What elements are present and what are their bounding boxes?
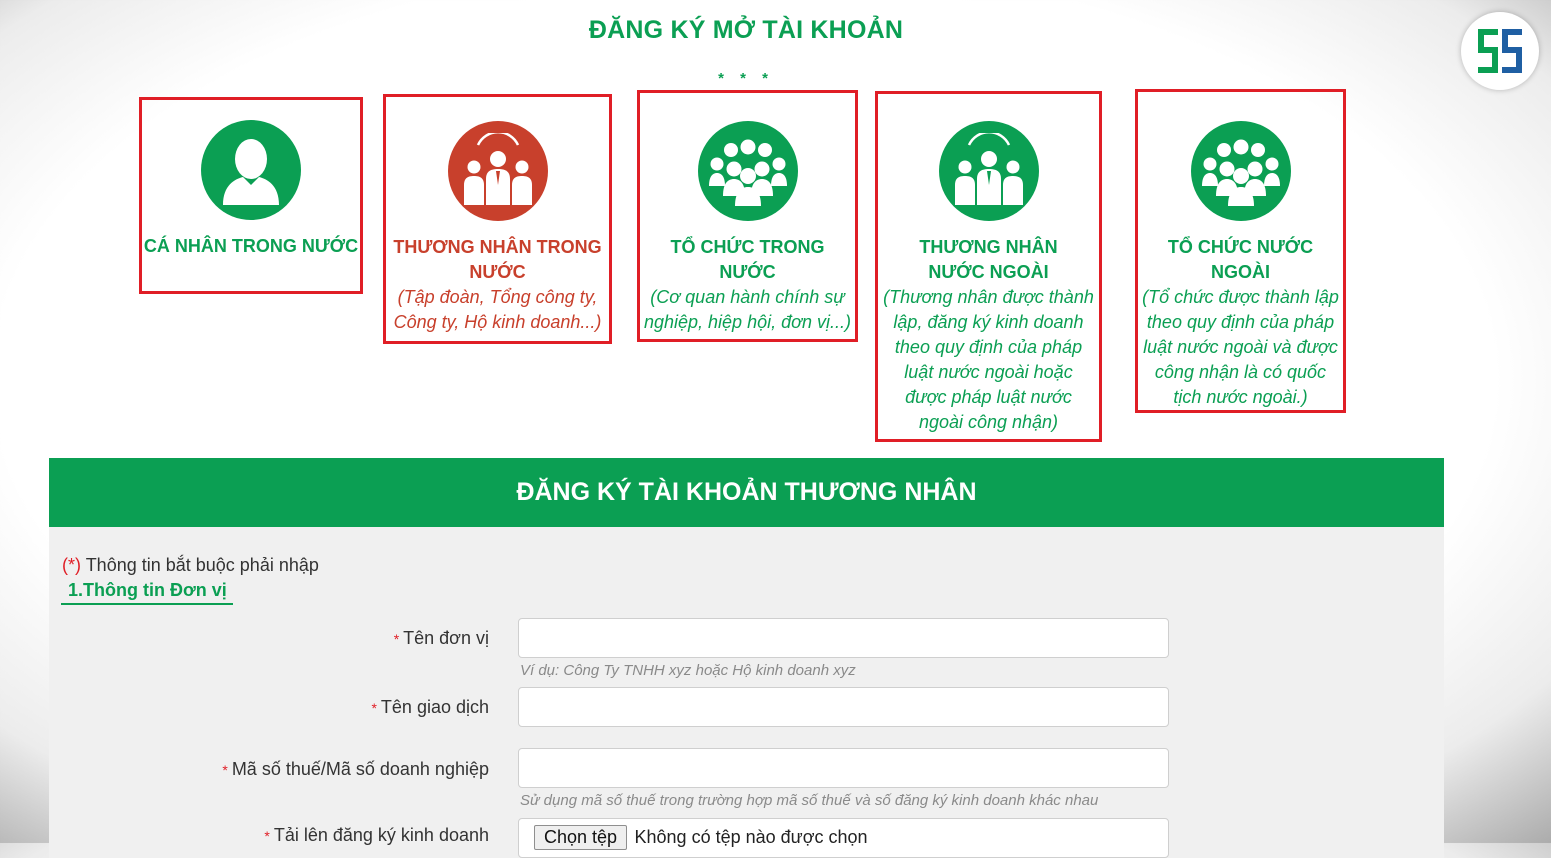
site-logo[interactable] (1461, 12, 1539, 90)
label-text: Mã số thuế/Mã số doanh nghiệp (231, 759, 489, 779)
tax-code-label: * Mã số thuế/Mã số doanh nghiệp (222, 759, 489, 780)
file-status: Không có tệp nào được chọn (634, 827, 868, 847)
account-type-individual-domestic[interactable]: CÁ NHÂN TRONG NƯỚC (139, 97, 363, 294)
group-icon (697, 121, 798, 221)
business-people-icon (938, 121, 1039, 221)
required-asterisk: * (371, 700, 377, 716)
card-title: THƯƠNG NHÂN NƯỚC NGOÀI (919, 237, 1058, 282)
label-text: Tên giao dịch (380, 697, 489, 717)
business-people-icon (447, 121, 548, 221)
card-description: (Tổ chức được thành lập theo quy định củ… (1142, 287, 1339, 407)
tax-code-input[interactable] (518, 748, 1169, 788)
choose-file-button[interactable]: Chọn tệp (534, 825, 628, 850)
label-text: Tải lên đăng ký kinh doanh (273, 825, 489, 845)
required-asterisk: * (264, 828, 270, 844)
trade-name-label: * Tên giao dịch (371, 697, 489, 718)
account-type-merchant-foreign[interactable]: THƯƠNG NHÂN NƯỚC NGOÀI (Thương nhân được… (875, 91, 1102, 442)
unit-name-hint: Ví dụ: Công Ty TNHH xyz hoặc Hộ kinh doa… (520, 662, 856, 679)
account-type-organization-domestic[interactable]: TỔ CHỨC TRONG NƯỚC (Cơ quan hành chính s… (637, 90, 858, 342)
logo-icon (1478, 29, 1522, 73)
required-note-text: Thông tin bắt buộc phải nhập (85, 555, 319, 575)
tax-code-hint: Sử dụng mã số thuế trong trường hợp mã s… (520, 792, 1099, 809)
unit-name-input[interactable] (518, 618, 1169, 658)
card-title: TỔ CHỨC TRONG NƯỚC (670, 237, 825, 282)
account-type-merchant-domestic[interactable]: THƯƠNG NHÂN TRONG NƯỚC (Tập đoàn, Tổng c… (383, 94, 612, 344)
form-header: ĐĂNG KÝ TÀI KHOẢN THƯƠNG NHÂN (49, 458, 1444, 527)
required-asterisk: * (222, 762, 228, 778)
card-title: THƯƠNG NHÂN TRONG NƯỚC (393, 237, 602, 282)
card-description: (Thương nhân được thành lập, đăng ký kin… (883, 287, 1094, 432)
registration-form: ĐĂNG KÝ TÀI KHOẢN THƯƠNG NHÂN (*) Thông … (49, 458, 1444, 858)
unit-name-label: * Tên đơn vị (394, 628, 489, 649)
trade-name-input[interactable] (518, 687, 1169, 727)
card-title: CÁ NHÂN TRONG NƯỚC (143, 236, 359, 256)
label-text: Tên đơn vị (403, 628, 489, 648)
required-note: (*) Thông tin bắt buộc phải nhập (62, 555, 319, 576)
card-title: TỔ CHỨC NƯỚC NGOÀI (1167, 237, 1314, 282)
section-title: 1.Thông tin Đơn vị (61, 580, 233, 605)
group-icon (1190, 121, 1291, 221)
card-description: (Tập đoàn, Tổng công ty, Công ty, Hộ kin… (393, 287, 602, 332)
account-type-organization-foreign[interactable]: TỔ CHỨC NƯỚC NGOÀI (Tổ chức được thành l… (1135, 89, 1346, 413)
required-marker: (*) (62, 555, 81, 575)
required-asterisk: * (393, 631, 400, 647)
person-icon (201, 120, 301, 220)
page-title: ĐĂNG KÝ MỞ TÀI KHOẢN (588, 16, 904, 44)
card-description: (Cơ quan hành chính sự nghiệp, hiệp hội,… (643, 287, 851, 332)
decorative-stars: * * * (718, 70, 774, 87)
business-license-upload: Chọn tệp Không có tệp nào được chọn (518, 818, 1169, 858)
